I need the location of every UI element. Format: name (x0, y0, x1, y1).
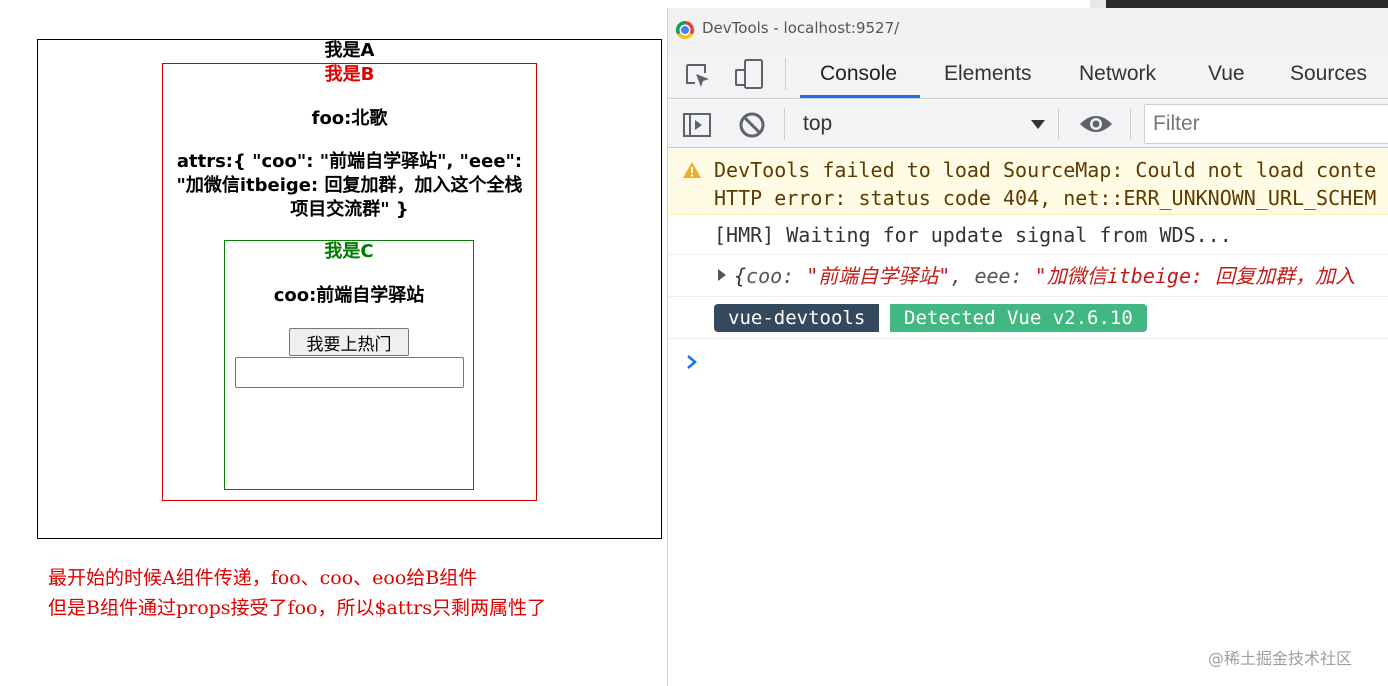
object-value: "加微信itbeige: 回复加群，加入 (1034, 264, 1356, 288)
object-brace: { (734, 264, 747, 288)
console-log-object[interactable]: {coo: "前端自学驿站", eee: "加微信itbeige: 回复加群，加… (668, 255, 1388, 297)
execution-context-select[interactable]: top (793, 104, 1047, 144)
note-line-2: 但是B组件通过props接受了foo，所以$attrs只剩两属性了 (48, 597, 546, 619)
component-c-title: 我是C (324, 241, 374, 262)
component-b-title: 我是B (324, 64, 375, 85)
vue-version-badge: Detected Vue v2.6.10 (890, 304, 1147, 332)
console-toolbar: top Filter (668, 100, 1388, 148)
text-input[interactable] (235, 357, 464, 388)
toolbar-separator (1130, 108, 1131, 140)
context-label: top (803, 112, 833, 135)
toolbar-separator (1058, 108, 1059, 140)
hmr-message: [HMR] Waiting for update signal from WDS… (714, 223, 1232, 247)
warning-icon (683, 162, 701, 178)
console-log-hmr: [HMR] Waiting for update signal from WDS… (668, 215, 1388, 255)
eye-icon[interactable] (1078, 112, 1114, 136)
device-toolbar-icon[interactable] (734, 58, 764, 90)
active-tab-indicator (800, 95, 920, 98)
tab-separator (785, 58, 786, 90)
attrs-value: attrs:{ "coo": "前端自学驿站", "eee": "加微信itbe… (176, 151, 523, 220)
warning-line-1: DevTools failed to load SourceMap: Could… (714, 158, 1377, 182)
devtools-tabbar: Console Elements Network Vue Sources (668, 50, 1388, 99)
clear-console-icon[interactable] (738, 111, 766, 139)
tab-network[interactable]: Network (1079, 50, 1156, 99)
window-title: DevTools - localhost:9527/ (702, 19, 900, 37)
object-key: eee (974, 264, 1011, 288)
show-sidebar-icon[interactable] (682, 112, 712, 138)
expand-triangle-icon[interactable] (718, 269, 726, 281)
vue-devtools-badge: vue-devtools (714, 304, 880, 332)
tab-elements[interactable]: Elements (944, 50, 1032, 99)
object-key: coo (746, 264, 783, 288)
tab-console[interactable]: Console (820, 50, 897, 99)
devtools-titlebar: DevTools - localhost:9527/ (668, 8, 1388, 50)
hot-button[interactable]: 我要上热门 (289, 328, 409, 356)
console-warning-message: DevTools failed to load SourceMap: Could… (668, 149, 1388, 215)
chevron-down-icon (1031, 120, 1045, 129)
object-preview: {coo: "前端自学驿站", eee: "加微信itbeige: 回复加群，加… (734, 263, 1355, 289)
inspect-element-icon[interactable] (684, 62, 712, 90)
devtools-window: DevTools - localhost:9527/ Console Eleme… (667, 8, 1388, 686)
note-line-1: 最开始的时候A组件传递，foo、coo、eoo给B组件 (48, 567, 478, 589)
console-log-vue-devtools: vue-devtools Detected Vue v2.6.10 (668, 297, 1388, 339)
tab-sources[interactable]: Sources (1290, 50, 1367, 99)
object-separator: : (1010, 264, 1035, 288)
chrome-logo-icon (676, 21, 694, 39)
console-prompt-icon[interactable] (686, 355, 698, 369)
toolbar-separator (784, 108, 785, 140)
object-separator: : (782, 264, 807, 288)
tab-vue[interactable]: Vue (1208, 50, 1245, 99)
foo-value: foo:北歌 (311, 108, 388, 129)
warning-line-2: HTTP error: status code 404, net::ERR_UN… (714, 186, 1377, 210)
object-comma: , (950, 264, 975, 288)
watermark: @稀土掘金技术社区 (1208, 649, 1353, 668)
object-value: "前端自学驿站" (806, 264, 951, 288)
component-a-title: 我是A (324, 40, 375, 61)
coo-value: coo:前端自学驿站 (273, 285, 425, 306)
filter-input[interactable]: Filter (1144, 104, 1388, 144)
